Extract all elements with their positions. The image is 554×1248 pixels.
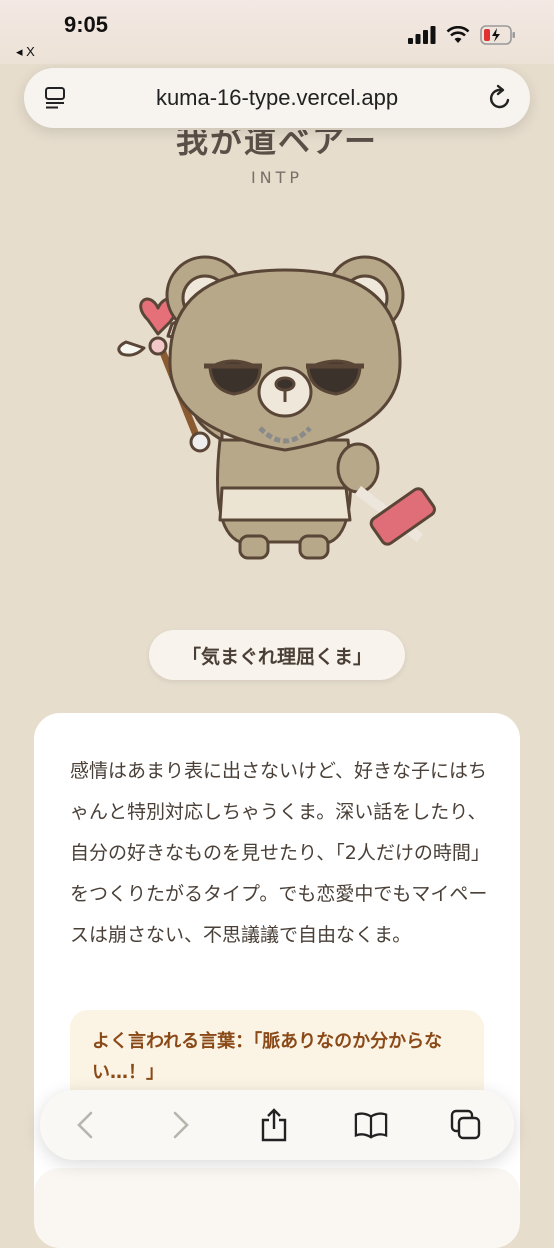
battery-low-icon — [480, 25, 515, 45]
chevron-left-icon — [77, 1111, 93, 1139]
status-bar: 9:05 ◂ X — [0, 0, 554, 64]
reload-icon[interactable] — [488, 84, 514, 112]
share-icon — [261, 1108, 287, 1142]
next-card — [34, 1168, 520, 1248]
description-text: 感情はあまり表に出さないけど、好きな子にはちゃんと特別対応しちゃうくま。深い話を… — [70, 760, 490, 946]
browser-toolbar — [40, 1090, 514, 1160]
book-icon — [354, 1112, 388, 1139]
forward-button[interactable] — [164, 1108, 198, 1142]
status-time: 9:05 — [64, 12, 109, 37]
bookmarks-button[interactable] — [354, 1108, 388, 1142]
signal-icon — [408, 26, 436, 44]
chevron-right-icon — [173, 1111, 189, 1139]
tabs-icon — [450, 1109, 481, 1140]
wifi-icon — [446, 26, 470, 43]
type-code: INTP — [250, 168, 304, 187]
quote-text: よく言われる言葉：「脈ありなのか分からない…！」 — [92, 1031, 443, 1083]
url-text[interactable]: kuma-16-type.vercel.app — [24, 85, 530, 111]
status-icons — [408, 24, 516, 46]
back-button[interactable] — [68, 1108, 102, 1142]
share-button[interactable] — [257, 1108, 291, 1142]
nickname-badge: 「気まぐれ理屈くま」 — [149, 630, 405, 680]
bear-illustration — [117, 255, 436, 560]
back-to-app-link[interactable]: ◂ X — [16, 44, 35, 60]
tabs-button[interactable] — [449, 1108, 483, 1142]
address-bar[interactable]: kuma-16-type.vercel.app — [24, 68, 530, 128]
